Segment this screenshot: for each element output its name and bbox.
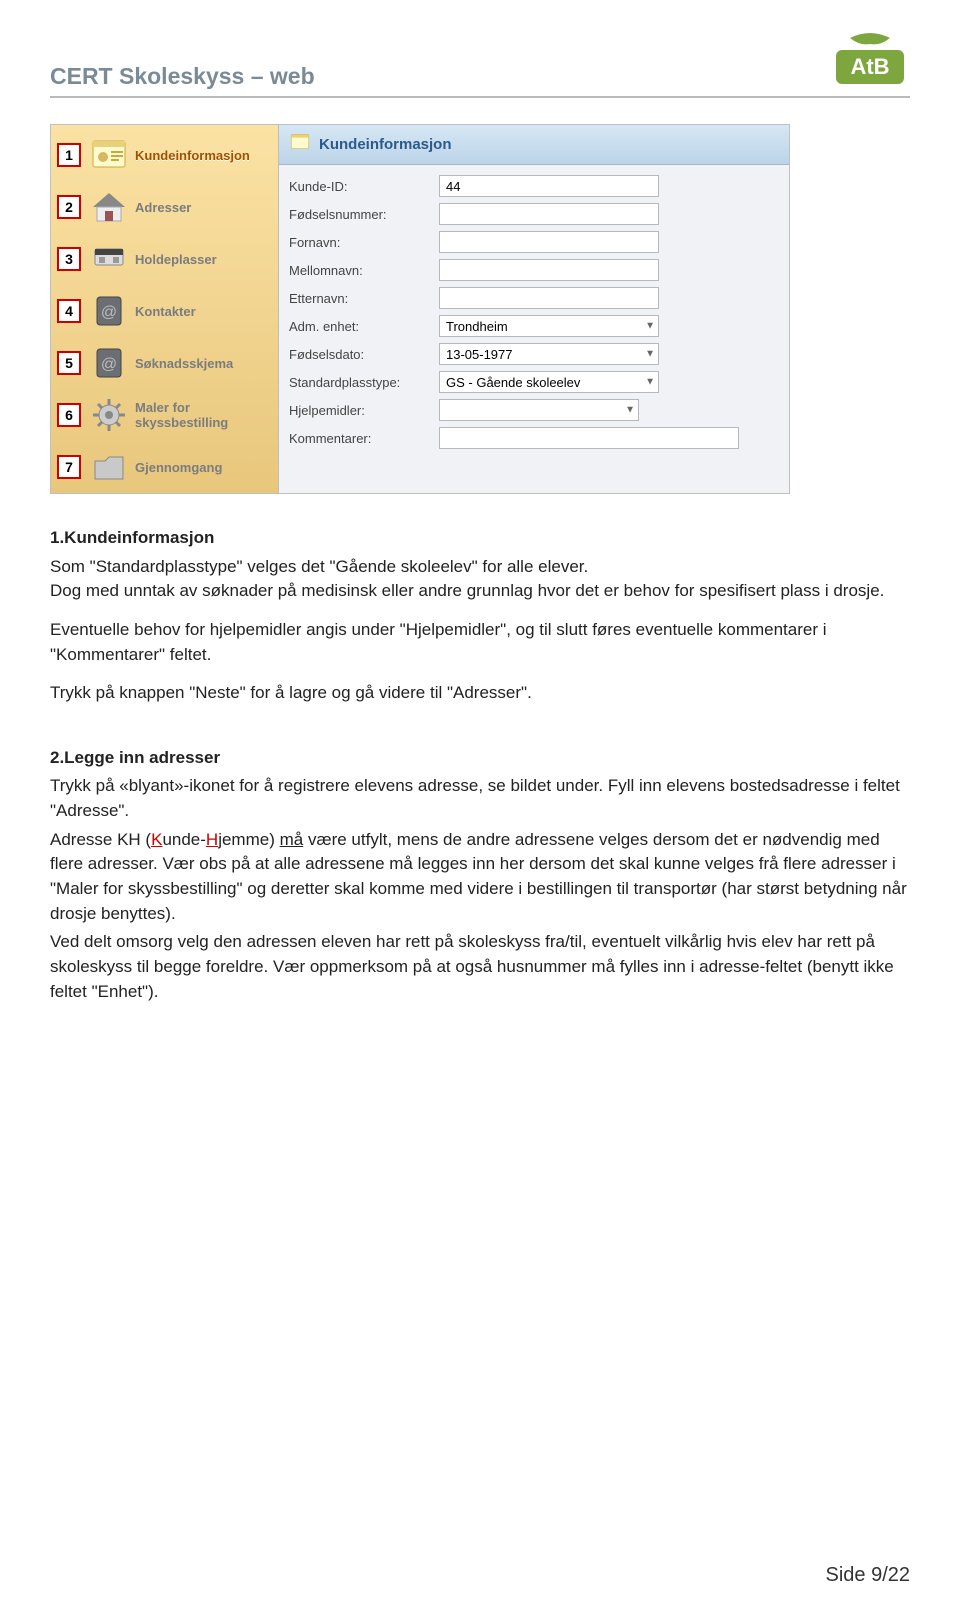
- label-fodselsdato: Fødselsdato:: [289, 347, 439, 362]
- field-kunde-id: Kunde-ID:: [289, 175, 779, 197]
- combo-adm-enhet[interactable]: ▼: [439, 315, 659, 337]
- step-badge-1: 1: [57, 143, 81, 167]
- step-badge-2: 2: [57, 195, 81, 219]
- section2-title: 2.Legge inn adresser: [50, 748, 220, 767]
- step-badge-3: 3: [57, 247, 81, 271]
- form-body: Kunde-ID: Fødselsnummer: Fornavn: Mellom…: [279, 165, 789, 465]
- sidebar-item-soknadsskjema[interactable]: 5 @ Søknadsskjema: [51, 337, 278, 389]
- input-kommentarer[interactable]: [439, 427, 739, 449]
- document-body: 1.Kundeinformasjon Som "Standardplasstyp…: [50, 526, 910, 1004]
- input-mellomnavn[interactable]: [439, 259, 659, 281]
- label-hjelpemidler: Hjelpemidler:: [289, 403, 439, 418]
- app-screenshot: 1 Kundeinformasjon 2 Adresser 3 Holdepla…: [50, 124, 790, 494]
- input-kunde-id[interactable]: [439, 175, 659, 197]
- field-fornavn: Fornavn:: [289, 231, 779, 253]
- svg-text:AtB: AtB: [850, 54, 889, 79]
- section1-paragraph2: Dog med unntak av søknader på medisinsk …: [50, 581, 884, 600]
- field-fodselsnummer: Fødselsnummer:: [289, 203, 779, 225]
- bus-stop-icon: [87, 237, 131, 281]
- sidebar-item-label: Holdeplasser: [135, 252, 217, 267]
- form-panel: Kundeinformasjon Kunde-ID: Fødselsnummer…: [279, 125, 789, 493]
- combo-standardplasstype[interactable]: ▼: [439, 371, 659, 393]
- field-standardplasstype: Standardplasstype: ▼: [289, 371, 779, 393]
- field-adm-enhet: Adm. enhet: ▼: [289, 315, 779, 337]
- input-fornavn[interactable]: [439, 231, 659, 253]
- section2-paragraph3: Ved delt omsorg velg den adressen eleven…: [50, 930, 910, 1004]
- sidebar-item-maler[interactable]: 6 Maler for skyssbestilling: [51, 389, 278, 441]
- section1-paragraph1: Som "Standardplasstype" velges det "Gåen…: [50, 557, 588, 576]
- label-adm-enhet: Adm. enhet:: [289, 319, 439, 334]
- section2-paragraph1: Trykk på «blyant»-ikonet for å registrer…: [50, 774, 910, 823]
- label-fodselsnummer: Fødselsnummer:: [289, 207, 439, 222]
- label-etternavn: Etternavn:: [289, 291, 439, 306]
- input-standardplasstype[interactable]: [439, 371, 659, 393]
- field-hjelpemidler: Hjelpemidler: ▼: [289, 399, 779, 421]
- wizard-sidebar: 1 Kundeinformasjon 2 Adresser 3 Holdepla…: [51, 125, 279, 493]
- label-kunde-id: Kunde-ID:: [289, 179, 439, 194]
- combo-hjelpemidler[interactable]: ▼: [439, 399, 639, 421]
- input-fodselsnummer[interactable]: [439, 203, 659, 225]
- label-fornavn: Fornavn:: [289, 235, 439, 250]
- sidebar-item-label: Gjennomgang: [135, 460, 222, 475]
- sidebar-item-label: Maler for skyssbestilling: [135, 400, 272, 430]
- logo-atb: AtB: [830, 30, 910, 90]
- section2-paragraph2: Adresse KH (Kunde-Hjemme) må være utfylt…: [50, 828, 910, 927]
- svg-text:@: @: [101, 304, 117, 321]
- step-badge-6: 6: [57, 403, 81, 427]
- input-fodselsdato[interactable]: [439, 343, 659, 365]
- sidebar-item-label: Søknadsskjema: [135, 356, 233, 371]
- combo-fodselsdato[interactable]: ▼: [439, 343, 659, 365]
- section1-title: 1.Kundeinformasjon: [50, 528, 214, 547]
- input-etternavn[interactable]: [439, 287, 659, 309]
- document-title: CERT Skoleskyss – web: [50, 63, 315, 90]
- label-kommentarer: Kommentarer:: [289, 431, 439, 446]
- panel-header: Kundeinformasjon: [279, 125, 789, 165]
- sidebar-item-kontakter[interactable]: 4 @ Kontakter: [51, 285, 278, 337]
- sidebar-item-holdeplasser[interactable]: 3 Holdeplasser: [51, 233, 278, 285]
- sidebar-item-kundeinformasjon[interactable]: 1 Kundeinformasjon: [51, 129, 278, 181]
- user-card-icon: [87, 133, 131, 177]
- gear-icon: [87, 393, 131, 437]
- input-hjelpemidler[interactable]: [439, 399, 639, 421]
- step-badge-7: 7: [57, 455, 81, 479]
- field-mellomnavn: Mellomnavn:: [289, 259, 779, 281]
- field-kommentarer: Kommentarer:: [289, 427, 779, 449]
- label-mellomnavn: Mellomnavn:: [289, 263, 439, 278]
- page-footer: Side 9/22: [825, 1564, 910, 1587]
- folder-icon: [87, 445, 131, 489]
- house-icon: [87, 185, 131, 229]
- form-icon: @: [87, 341, 131, 385]
- sidebar-item-label: Kundeinformasjon: [135, 148, 250, 163]
- input-adm-enhet[interactable]: [439, 315, 659, 337]
- step-badge-5: 5: [57, 351, 81, 375]
- svg-text:@: @: [101, 356, 117, 373]
- sidebar-item-adresser[interactable]: 2 Adresser: [51, 181, 278, 233]
- document-header: CERT Skoleskyss – web AtB: [50, 30, 910, 98]
- field-etternavn: Etternavn:: [289, 287, 779, 309]
- section1-paragraph4: Trykk på knappen "Neste" for å lagre og …: [50, 681, 910, 706]
- field-fodselsdato: Fødselsdato: ▼: [289, 343, 779, 365]
- section1-paragraph3: Eventuelle behov for hjelpemidler angis …: [50, 618, 910, 667]
- step-badge-4: 4: [57, 299, 81, 323]
- sidebar-item-gjennomgang[interactable]: 7 Gjennomgang: [51, 441, 278, 493]
- panel-header-icon: [289, 131, 311, 158]
- panel-title: Kundeinformasjon: [319, 136, 452, 153]
- sidebar-item-label: Kontakter: [135, 304, 196, 319]
- label-standardplasstype: Standardplasstype:: [289, 375, 439, 390]
- address-book-icon: @: [87, 289, 131, 333]
- sidebar-item-label: Adresser: [135, 200, 191, 215]
